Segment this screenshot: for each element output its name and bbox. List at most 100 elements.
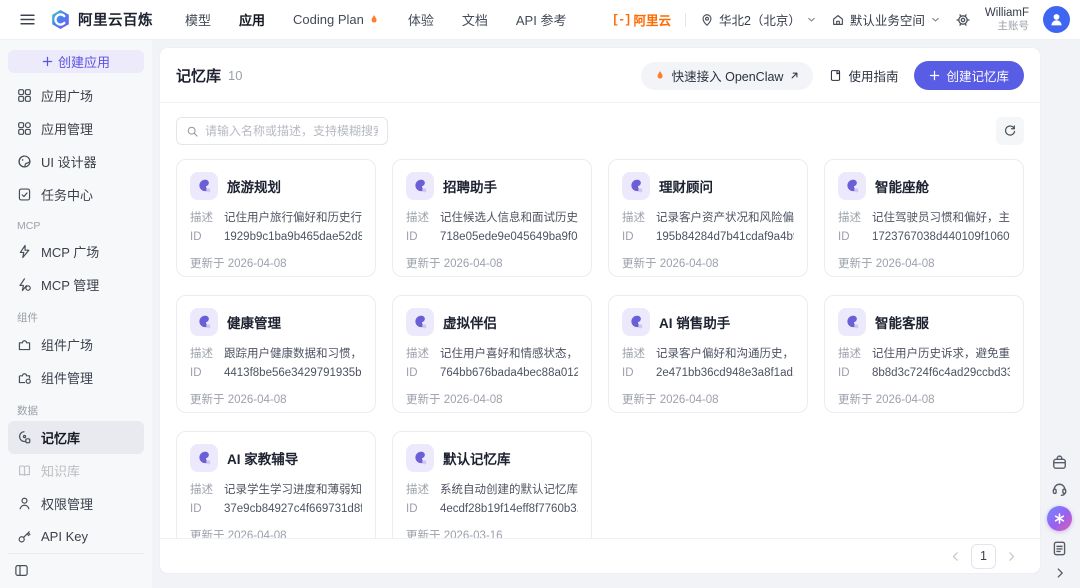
memory-card-grid: 旅游规划 描述 记住用户旅行偏好和历史行程，推... ID 1929b9c1ba… [160, 145, 1040, 538]
memory-brain-icon [190, 172, 218, 200]
nav-item-coding-plan[interactable]: Coding Plan [293, 12, 380, 27]
nav-item-apps[interactable]: 应用 [239, 10, 265, 29]
page-number[interactable]: 1 [971, 543, 996, 569]
plus-icon [930, 70, 940, 81]
location-pin-icon [702, 13, 712, 26]
search-input[interactable] [205, 124, 378, 138]
memory-brain-icon [406, 172, 434, 200]
refresh-button[interactable] [996, 117, 1024, 145]
brand-logo[interactable]: 阿里云百炼 [50, 9, 153, 30]
ai-spark-icon [1054, 513, 1065, 524]
support-headset-icon[interactable] [1051, 480, 1068, 497]
sidebar-footer [8, 553, 144, 580]
card-updated-date: 更新于 2026-04-08 [190, 529, 287, 538]
id-label: ID [190, 502, 202, 515]
nav-item-api-reference[interactable]: API 参考 [516, 10, 567, 29]
card-title: 旅游规划 [227, 180, 281, 195]
usage-guide-button[interactable]: 使用指南 [823, 62, 904, 90]
nav-item-docs[interactable]: 文档 [462, 10, 488, 29]
sidebar-section-components: 组件 [17, 312, 38, 324]
ai-assistant-button[interactable] [1047, 506, 1072, 531]
desc-label: 描述 [622, 212, 645, 224]
create-app-button[interactable]: 创建应用 [8, 50, 144, 73]
id-label: ID [190, 366, 202, 379]
memory-brain-icon [406, 444, 434, 472]
sidebar-item-ui-designer[interactable]: UI 设计器 [8, 145, 144, 178]
card-description: 记住用户旅行偏好和历史行程，推... [224, 212, 362, 224]
card-updated-date: 更新于 2026-04-08 [838, 393, 935, 406]
card-updated-date: 更新于 2026-04-08 [190, 393, 287, 406]
create-memory-button[interactable]: 创建记忆库 [914, 61, 1024, 90]
search-box[interactable] [176, 117, 388, 145]
card-description: 记住驾驶员习惯和偏好，主动调节... [872, 212, 1010, 224]
sidebar-collapse-icon[interactable] [14, 563, 29, 578]
top-navbar: 阿里云百炼 模型 应用 Coding Plan 体验 文档 API 参考 [-]… [0, 0, 1080, 40]
workspace-selector[interactable]: 默认业务空间 [831, 10, 941, 29]
apps-grid-icon [17, 88, 32, 103]
settings-gear-icon[interactable] [955, 12, 971, 28]
card-description: 系统自动创建的默认记忆库 [440, 484, 578, 496]
refresh-icon [1004, 125, 1016, 136]
orders-bag-icon[interactable] [1051, 454, 1068, 471]
sidebar-item-knowledge[interactable]: 知识库 [8, 454, 144, 487]
search-row [160, 103, 1040, 145]
chevron-down-icon [808, 17, 815, 22]
memory-card[interactable]: 理财顾问 描述 记录客户资产状况和风险偏好，定... ID 195b84284d… [608, 159, 808, 277]
prev-page-icon[interactable] [949, 550, 962, 563]
memory-card[interactable]: 智能座舱 描述 记住驾驶员习惯和偏好，主动调节... ID 1723767038… [824, 159, 1024, 277]
sidebar-item-component-market[interactable]: 组件广场 [8, 328, 144, 361]
puzzle-manage-icon [17, 370, 32, 385]
openclaw-quick-connect-button[interactable]: 快速接入 OpenClaw [640, 61, 814, 90]
desc-label: 描述 [190, 212, 213, 224]
id-label: ID [838, 230, 850, 243]
hamburger-menu-icon[interactable] [14, 7, 40, 33]
sidebar-item-component-manage[interactable]: 组件管理 [8, 361, 144, 394]
sidebar-section-data: 数据 [17, 405, 38, 417]
memory-card[interactable]: 智能客服 描述 记住用户历史诉求，避免重复询问... ID 8b8d3c724f… [824, 295, 1024, 413]
book-icon [17, 463, 32, 478]
card-title: 智能客服 [875, 316, 929, 331]
panel-header: 记忆库 10 快速接入 OpenClaw 使用指南 创建记忆库 [160, 48, 1040, 103]
sidebar-item-task-center[interactable]: 任务中心 [8, 178, 144, 211]
sidebar-item-api-key[interactable]: API Key [8, 520, 144, 553]
memory-card[interactable]: 招聘助手 描述 记住候选人信息和面试历史，辅助... ID 718e05ede9… [392, 159, 592, 277]
user-avatar[interactable] [1043, 6, 1070, 33]
card-id: 4ecdf28b19f14eff8f7760b3... [440, 502, 578, 515]
memory-card[interactable]: 健康管理 描述 跟踪用户健康数据和习惯，提供个... ID 4413f8be56… [176, 295, 376, 413]
next-page-icon[interactable] [1005, 550, 1018, 563]
sidebar-item-mcp-manage[interactable]: MCP 管理 [8, 268, 144, 301]
id-label: ID [838, 366, 850, 379]
person-icon [17, 496, 32, 511]
card-id: 2e471bb36cd948e3a8f1ad1... [656, 366, 794, 379]
sidebar-item-memory[interactable]: 记忆库 [8, 421, 144, 454]
bolt-icon [17, 244, 32, 259]
card-description: 记录客户资产状况和风险偏好，定... [656, 212, 794, 224]
nav-item-playground[interactable]: 体验 [408, 10, 434, 29]
toolbar-collapse-chevron-icon[interactable] [1053, 566, 1067, 580]
aliyun-console-link[interactable]: [-] 阿里云 [612, 10, 671, 29]
memory-card[interactable]: 虚拟伴侣 描述 记住用户喜好和情感状态，建立长... ID 764bb676ba… [392, 295, 592, 413]
sidebar-item-mcp-market[interactable]: MCP 广场 [8, 235, 144, 268]
sidebar-item-app-manage[interactable]: 应用管理 [8, 112, 144, 145]
user-info[interactable]: WilliamF 主账号 [985, 6, 1029, 34]
id-label: ID [406, 230, 418, 243]
memory-card[interactable]: 旅游规划 描述 记住用户旅行偏好和历史行程，推... ID 1929b9c1ba… [176, 159, 376, 277]
sidebar-item-permissions[interactable]: 权限管理 [8, 487, 144, 520]
region-selector[interactable]: 华北2（北京） [700, 10, 817, 29]
card-description: 记住用户喜好和情感状态，建立长... [440, 348, 578, 360]
item-count: 10 [228, 68, 243, 83]
card-updated-date: 更新于 2026-04-08 [622, 257, 719, 270]
card-description: 记录学生学习进度和薄弱知识点，... [224, 484, 362, 496]
card-updated-date: 更新于 2026-04-08 [406, 257, 503, 270]
nav-item-models[interactable]: 模型 [185, 10, 211, 29]
search-icon [187, 126, 198, 137]
memory-brain-icon [190, 444, 218, 472]
memory-card[interactable]: AI 销售助手 描述 记录客户偏好和沟通历史，精准推... ID 2e471bb… [608, 295, 808, 413]
memory-card[interactable]: AI 家教辅导 描述 记录学生学习进度和薄弱知识点，... ID 37e9cb8… [176, 431, 376, 538]
sidebar-item-app-market[interactable]: 应用广场 [8, 79, 144, 112]
feedback-doc-icon[interactable] [1051, 540, 1068, 557]
external-link-icon [792, 72, 798, 79]
memory-card[interactable]: 默认记忆库 描述 系统自动创建的默认记忆库 ID 4ecdf28b19f14ef… [392, 431, 592, 538]
id-label: ID [622, 230, 634, 243]
card-updated-date: 更新于 2026-04-08 [838, 257, 935, 270]
